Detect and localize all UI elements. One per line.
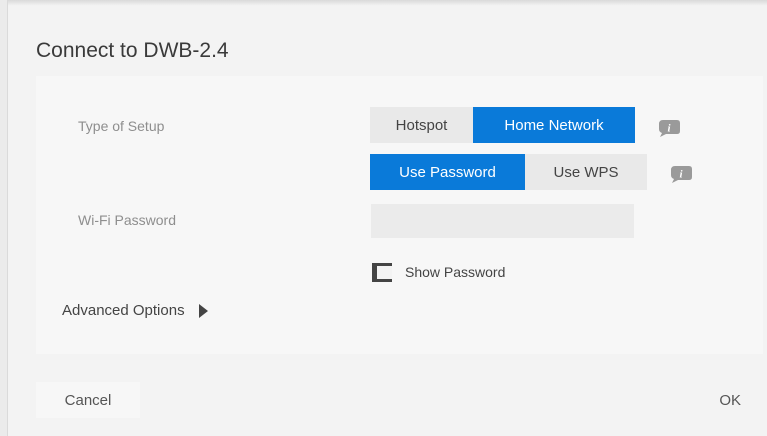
wifi-password-input[interactable] — [371, 204, 634, 238]
caret-right-icon — [198, 303, 208, 318]
checkbox-icon[interactable] — [372, 263, 392, 282]
dialog-title: Connect to DWB-2.4 — [36, 39, 229, 62]
type-of-setup-label: Type of Setup — [78, 118, 165, 134]
type-of-setup-toggle: Hotspot Home Network — [370, 107, 635, 143]
info-icon[interactable]: i — [669, 165, 693, 184]
home-network-option[interactable]: Home Network — [473, 107, 635, 143]
advanced-options-toggle[interactable]: Advanced Options — [62, 302, 208, 319]
info-icon[interactable]: i — [657, 119, 681, 138]
connect-dialog: Connect to DWB-2.4 Type of Setup Hotspot… — [8, 6, 767, 436]
security-method-toggle: Use Password Use WPS — [370, 154, 647, 190]
use-password-option[interactable]: Use Password — [370, 154, 525, 190]
cancel-button[interactable]: Cancel — [36, 382, 140, 418]
advanced-options-label: Advanced Options — [62, 302, 185, 319]
use-wps-option[interactable]: Use WPS — [525, 154, 647, 190]
show-password-label[interactable]: Show Password — [405, 264, 505, 280]
ok-button[interactable]: OK — [666, 382, 763, 418]
hotspot-option[interactable]: Hotspot — [370, 107, 473, 143]
wifi-password-label: Wi-Fi Password — [78, 212, 177, 228]
window-left-edge — [0, 0, 8, 436]
